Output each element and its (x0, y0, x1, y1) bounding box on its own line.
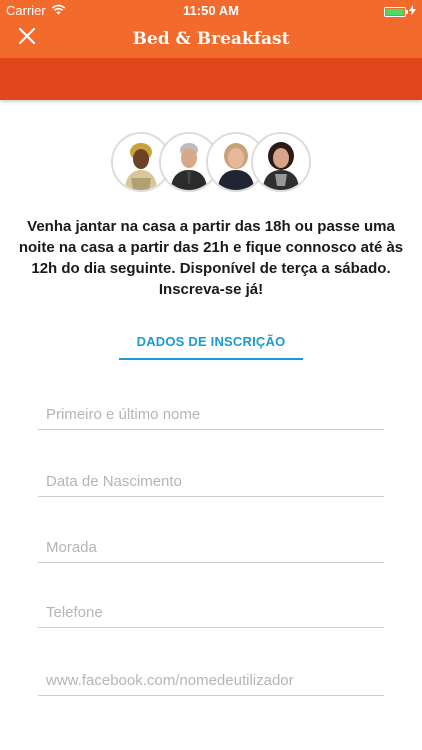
facebook-field[interactable] (38, 666, 384, 696)
birthdate-field[interactable] (38, 467, 384, 497)
status-time: 11:50 AM (183, 3, 239, 18)
charging-icon (409, 4, 416, 19)
intro-text: Venha jantar na casa a partir das 18h ou… (18, 218, 404, 298)
status-bar: Carrier 11:50 AM (0, 0, 422, 22)
battery-icon (384, 6, 408, 17)
status-right (384, 4, 416, 19)
tab-registration-details[interactable]: DADOS DE INSCRIÇÃO (119, 334, 303, 360)
address-field[interactable] (38, 533, 384, 563)
avatar (251, 132, 311, 192)
navigation-bar: Bed & Breakfast (0, 22, 422, 58)
phone-field[interactable] (38, 598, 384, 628)
page-title: Bed & Breakfast (132, 29, 290, 49)
header-banner (0, 58, 422, 100)
name-field[interactable] (38, 400, 384, 430)
hosts-avatar-group (0, 132, 422, 196)
